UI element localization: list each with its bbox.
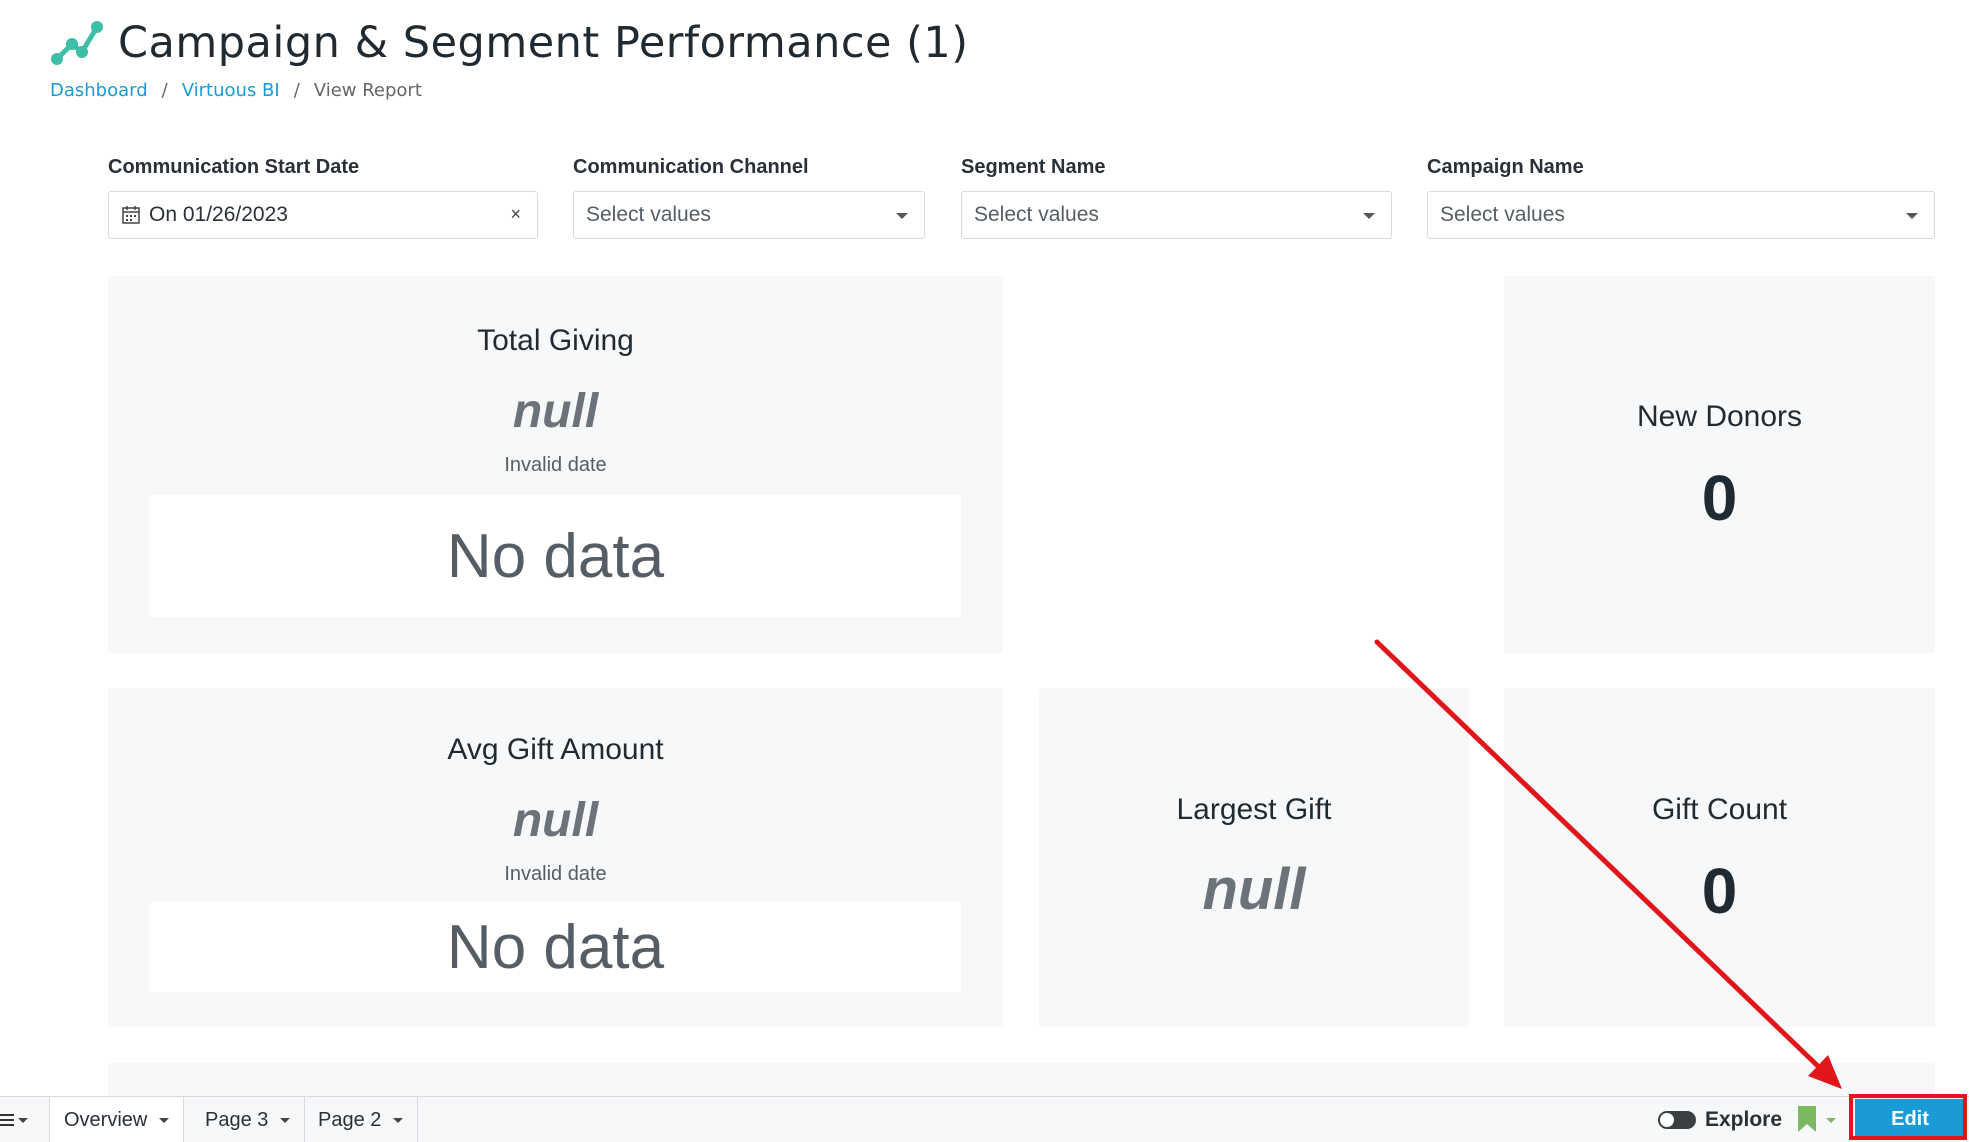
filter-label: Segment Name bbox=[961, 156, 1106, 178]
card-title: Largest Gift bbox=[1176, 793, 1332, 826]
explore-label: Explore bbox=[1705, 1108, 1783, 1131]
new-donors-card: New Donors 0 bbox=[1504, 276, 1935, 653]
card-title: Avg Gift Amount bbox=[447, 733, 664, 766]
breadcrumb-current: View Report bbox=[313, 80, 422, 101]
card-value: null bbox=[1202, 857, 1306, 922]
card-value: null bbox=[512, 385, 599, 438]
tab-overview[interactable]: Overview bbox=[49, 1097, 185, 1142]
no-data-panel: No data bbox=[150, 902, 961, 992]
no-data-text: No data bbox=[446, 521, 665, 591]
select-placeholder: Select values bbox=[586, 203, 711, 226]
breadcrumb-separator: / bbox=[161, 80, 168, 101]
avg-gift-amount-card: Avg Gift Amount null Invalid date No dat… bbox=[108, 688, 1003, 1027]
card-subtitle: Invalid date bbox=[504, 863, 607, 885]
card-value: null bbox=[512, 794, 599, 847]
tab-page-3[interactable]: Page 3 bbox=[191, 1097, 306, 1142]
chevron-down-icon bbox=[1363, 213, 1375, 219]
breadcrumb-separator: / bbox=[293, 80, 300, 101]
page-header: Campaign & Segment Performance (1) bbox=[50, 18, 969, 68]
filter-label: Campaign Name bbox=[1427, 156, 1584, 178]
card-title: Total Giving bbox=[477, 324, 634, 357]
annotation-highlight-box bbox=[1849, 1094, 1967, 1140]
tab-page-2[interactable]: Page 2 bbox=[304, 1097, 419, 1142]
breadcrumb-dashboard-link[interactable]: Dashboard bbox=[50, 80, 148, 101]
date-filter-input[interactable]: On 01/26/2023 × bbox=[108, 191, 538, 239]
filter-label: Communication Start Date bbox=[108, 156, 360, 178]
chevron-down-icon[interactable] bbox=[159, 1117, 170, 1123]
card-value: 0 bbox=[1701, 855, 1738, 927]
filter-segment-name: Segment Name Select values bbox=[961, 156, 1392, 239]
card-title: Gift Count bbox=[1651, 793, 1788, 826]
campaign-name-select[interactable]: Select values bbox=[1427, 191, 1935, 239]
chevron-down-icon[interactable] bbox=[280, 1117, 291, 1123]
breadcrumb-virtuous-bi-link[interactable]: Virtuous BI bbox=[182, 80, 280, 101]
bottom-toolbar: Overview Page 3 Page 2 Explore bbox=[0, 1096, 1969, 1142]
tab-label: Page 2 bbox=[318, 1108, 382, 1131]
tab-label: Overview bbox=[64, 1108, 148, 1131]
segment-name-select[interactable]: Select values bbox=[961, 191, 1392, 239]
filter-communication-start-date: Communication Start Date On 01/26/2023 × bbox=[108, 156, 538, 239]
breadcrumb: Dashboard / Virtuous BI / View Report bbox=[50, 80, 422, 101]
largest-gift-card: Largest Gift null bbox=[1039, 688, 1469, 1027]
no-data-panel: No data bbox=[150, 495, 961, 617]
total-giving-card: Total Giving null Invalid date No data bbox=[108, 276, 1003, 653]
calendar-icon bbox=[122, 206, 140, 224]
line-chart-logo-icon bbox=[51, 21, 103, 65]
filter-label: Communication Channel bbox=[573, 156, 809, 178]
select-placeholder: Select values bbox=[974, 203, 1099, 226]
chevron-down-icon[interactable] bbox=[393, 1117, 404, 1123]
no-data-text: No data bbox=[446, 912, 665, 982]
date-filter-value: On 01/26/2023 bbox=[149, 203, 288, 226]
select-placeholder: Select values bbox=[1440, 203, 1565, 226]
communication-channel-select[interactable]: Select values bbox=[573, 191, 925, 239]
tab-label: Page 3 bbox=[205, 1108, 269, 1131]
bookmark-icon[interactable] bbox=[1798, 1106, 1816, 1132]
hamburger-icon bbox=[0, 1114, 14, 1126]
toggle-knob bbox=[1660, 1113, 1674, 1127]
page-title: Campaign & Segment Performance (1) bbox=[118, 18, 969, 68]
card-title: New Donors bbox=[1636, 400, 1803, 433]
chevron-down-icon bbox=[18, 1117, 28, 1123]
chevron-down-icon bbox=[1906, 213, 1918, 219]
chevron-down-icon bbox=[896, 213, 908, 219]
explore-toggle[interactable] bbox=[1658, 1111, 1696, 1129]
chevron-down-icon[interactable] bbox=[1826, 1118, 1836, 1123]
filter-campaign-name: Campaign Name Select values bbox=[1427, 156, 1935, 239]
card-subtitle: Invalid date bbox=[504, 454, 607, 476]
pages-menu-button[interactable] bbox=[0, 1107, 34, 1133]
filter-communication-channel: Communication Channel Select values bbox=[573, 156, 925, 239]
gift-count-card: Gift Count 0 bbox=[1504, 688, 1935, 1027]
clear-icon[interactable]: × bbox=[510, 204, 521, 225]
card-value: 0 bbox=[1701, 462, 1738, 534]
